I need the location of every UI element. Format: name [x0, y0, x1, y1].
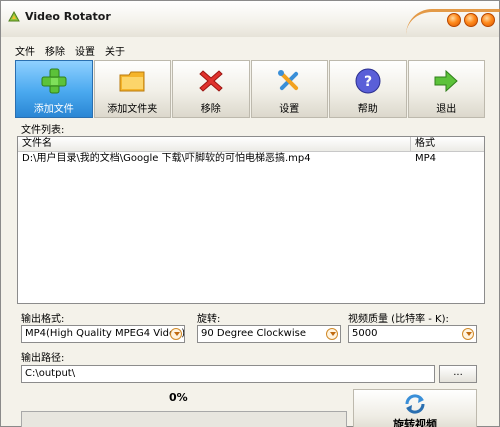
- quality-select[interactable]: 5000: [348, 325, 477, 343]
- browse-button[interactable]: ...: [439, 365, 477, 383]
- output-format-label: 输出格式:: [21, 314, 65, 325]
- rotation-value: 90 Degree Clockwise: [201, 328, 306, 339]
- remove-label: 移除: [200, 104, 221, 115]
- progress-text: 0%: [169, 391, 188, 404]
- window-title: Video Rotator: [25, 10, 111, 23]
- file-name-cell: D:\用户目录\我的文档\Google 下载\吓脚软的可怕电梯恶搞.mp4: [22, 153, 311, 164]
- settings-label: 设置: [279, 104, 300, 115]
- app-window: Video Rotator 文件 移除 设置 关于 添加文件 添加文件夹 移除 …: [0, 0, 500, 427]
- add-file-icon: [41, 68, 67, 94]
- rotate-icon: [405, 394, 425, 414]
- file-list[interactable]: 文件名 格式 D:\用户目录\我的文档\Google 下载\吓脚软的可怕电梯恶搞…: [17, 136, 485, 304]
- exit-icon: [434, 69, 458, 93]
- chevron-down-icon: [170, 328, 182, 340]
- maximize-button[interactable]: [464, 13, 478, 27]
- quality-label: 视频质量 (比特率 - K):: [348, 314, 449, 325]
- rotation-label: 旋转:: [197, 314, 221, 325]
- output-path-input[interactable]: C:\output\: [21, 365, 435, 383]
- rotation-select[interactable]: 90 Degree Clockwise: [197, 325, 341, 343]
- add-file-button[interactable]: 添加文件: [15, 60, 93, 118]
- add-file-label: 添加文件: [33, 104, 74, 115]
- file-list-label: 文件列表:: [21, 125, 65, 136]
- toolbar: 添加文件 添加文件夹 移除 设置 ? 帮助 退出: [15, 60, 485, 118]
- add-folder-button[interactable]: 添加文件夹: [93, 60, 171, 118]
- remove-icon: [199, 70, 223, 92]
- menu-bar: 文件 移除 设置 关于: [15, 43, 125, 59]
- folder-icon: [119, 71, 145, 92]
- column-format[interactable]: 格式: [411, 137, 484, 151]
- remove-button[interactable]: 移除: [172, 60, 250, 118]
- output-path-label: 输出路径:: [21, 353, 65, 364]
- exit-button[interactable]: 退出: [407, 60, 485, 118]
- settings-icon: [278, 70, 299, 91]
- help-icon: ?: [355, 68, 381, 94]
- help-button[interactable]: ? 帮助: [329, 60, 407, 118]
- table-row[interactable]: D:\用户目录\我的文档\Google 下载\吓脚软的可怕电梯恶搞.mp4 MP…: [18, 152, 484, 166]
- menu-remove[interactable]: 移除: [45, 43, 65, 59]
- menu-settings[interactable]: 设置: [75, 43, 95, 59]
- settings-button[interactable]: 设置: [250, 60, 328, 118]
- output-format-select[interactable]: MP4(High Quality MPEG4 Video): [21, 325, 185, 343]
- menu-file[interactable]: 文件: [15, 43, 35, 59]
- file-format-cell: MP4: [415, 153, 437, 164]
- app-logo-icon: [8, 10, 20, 22]
- help-label: 帮助: [357, 104, 378, 115]
- menu-about[interactable]: 关于: [105, 43, 125, 59]
- title-bar[interactable]: Video Rotator: [1, 1, 500, 37]
- rotate-video-label: 旋转视频: [393, 418, 437, 427]
- svg-text:?: ?: [364, 74, 372, 90]
- progress-bar: [21, 411, 347, 427]
- quality-value: 5000: [352, 328, 378, 339]
- chevron-down-icon: [462, 328, 474, 340]
- add-folder-label: 添加文件夹: [107, 104, 158, 115]
- exit-label: 退出: [436, 104, 457, 115]
- rotate-video-button[interactable]: 旋转视频: [353, 389, 477, 427]
- chevron-down-icon: [326, 328, 338, 340]
- minimize-button[interactable]: [447, 13, 461, 27]
- close-button[interactable]: [481, 13, 495, 27]
- column-filename[interactable]: 文件名: [18, 137, 411, 151]
- output-format-value: MP4(High Quality MPEG4 Video): [25, 328, 185, 339]
- file-list-header: 文件名 格式: [18, 137, 484, 152]
